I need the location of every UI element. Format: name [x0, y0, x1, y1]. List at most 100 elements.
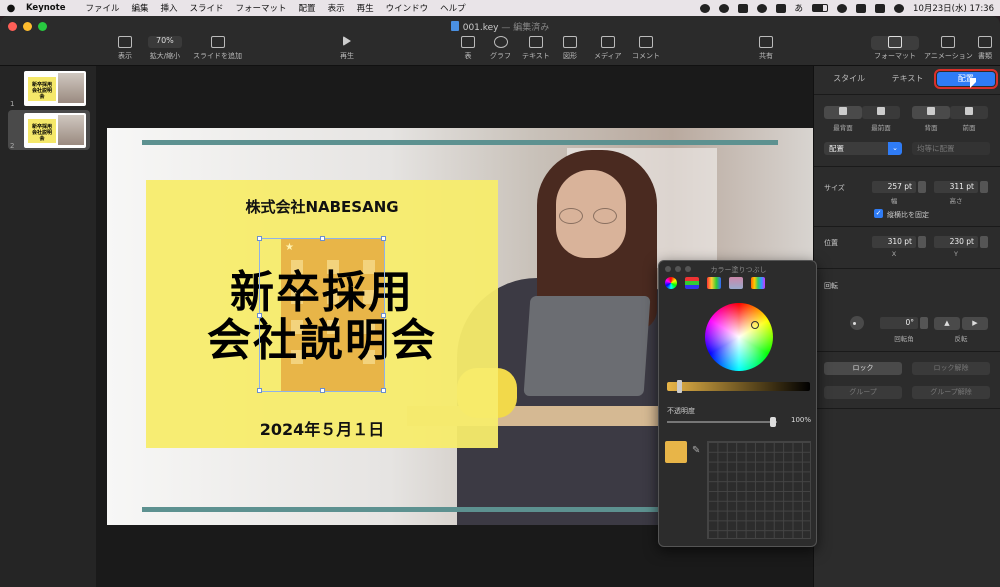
ungroup-button[interactable]: グループ解除: [912, 386, 990, 399]
media-label: メディア: [594, 52, 622, 60]
apple-menu-icon[interactable]: ●: [0, 3, 22, 14]
y-stepper[interactable]: [980, 236, 988, 248]
lock-button[interactable]: ロック: [824, 362, 902, 375]
image-palettes-icon[interactable]: [729, 277, 743, 289]
menu-view[interactable]: 表示: [328, 2, 353, 14]
brightness-slider[interactable]: [667, 380, 810, 393]
chart-button[interactable]: グラフ: [490, 36, 511, 61]
group-button[interactable]: グループ: [824, 386, 902, 399]
width-stepper[interactable]: [918, 181, 926, 193]
company-name[interactable]: 株式会社NABESANG: [146, 196, 498, 217]
color-wheel-icon[interactable]: [665, 277, 677, 289]
tab-arrange[interactable]: 配置: [933, 69, 999, 89]
view-button[interactable]: 表示: [118, 36, 132, 61]
add-slide-button[interactable]: スライドを追加: [193, 36, 242, 61]
top-rule[interactable]: [142, 140, 778, 145]
clock[interactable]: 10月23日(水) 17:36: [913, 2, 994, 14]
menu-file[interactable]: ファイル: [85, 2, 127, 14]
status-area: あ 10月23日(水) 17:36: [699, 0, 994, 16]
resize-handle[interactable]: [257, 313, 262, 318]
opacity-label: 不透明度: [667, 407, 695, 415]
shape-button[interactable]: 図形: [563, 36, 577, 61]
color-sliders-icon[interactable]: [685, 277, 699, 289]
resize-handle[interactable]: [257, 388, 262, 393]
custom-color-swatches[interactable]: [707, 441, 811, 539]
x-field[interactable]: 310 pt: [872, 236, 916, 248]
slide-thumbnail-2[interactable]: 2 新卒採用 会社説明会: [8, 110, 90, 150]
opacity-value[interactable]: 100%: [781, 416, 811, 424]
tab-style[interactable]: スタイル: [820, 72, 878, 86]
text-button[interactable]: テキスト: [522, 36, 550, 61]
document-button[interactable]: 書類: [978, 36, 992, 61]
zoom-control[interactable]: 70% 拡大/縮小: [148, 36, 182, 61]
creative-cloud-icon[interactable]: [718, 3, 729, 13]
align-select[interactable]: 配置 ⌄: [824, 142, 902, 155]
distribute-select[interactable]: 均等に配置: [912, 142, 990, 155]
bring-forward-button[interactable]: [950, 106, 988, 119]
control-center-icon[interactable]: [875, 3, 886, 13]
opacity-slider-knob[interactable]: [770, 417, 776, 427]
bring-to-front-button[interactable]: [862, 106, 900, 119]
battery-icon[interactable]: [812, 4, 829, 12]
opacity-slider[interactable]: [667, 417, 777, 427]
resize-handle[interactable]: [320, 236, 325, 241]
event-date[interactable]: 2024年５月１日: [146, 416, 498, 440]
comment-button[interactable]: コメント: [632, 36, 660, 61]
table-button[interactable]: 表: [461, 36, 475, 61]
x-stepper[interactable]: [918, 236, 926, 248]
grid-icon[interactable]: [775, 3, 786, 13]
tab-text[interactable]: テキスト: [878, 72, 936, 86]
menu-help[interactable]: ヘルプ: [440, 2, 474, 14]
color-palettes-icon[interactable]: [707, 277, 721, 289]
resize-handle[interactable]: [381, 236, 386, 241]
rotate-label: 回転: [824, 282, 838, 290]
pencils-icon[interactable]: [751, 277, 765, 289]
menu-app[interactable]: Keynote: [26, 3, 73, 13]
menu-insert[interactable]: 挿入: [161, 2, 186, 14]
menu-play[interactable]: 再生: [357, 2, 382, 14]
rotate-dial[interactable]: [850, 316, 864, 330]
keynote-window: 001.key — 編集済み 表示 70% 拡大/縮小 スライドを追加 再生 表 …: [0, 16, 1000, 587]
slide-thumbnail-1[interactable]: 1 新卒採用 会社説明会: [8, 68, 90, 108]
menu-edit[interactable]: 編集: [131, 2, 156, 14]
constrain-proportions-checkbox[interactable]: ✓: [874, 209, 883, 218]
height-stepper[interactable]: [980, 181, 988, 193]
time-machine-icon[interactable]: [756, 3, 767, 13]
record-icon[interactable]: [699, 3, 710, 13]
resize-handle[interactable]: [381, 388, 386, 393]
menu-window[interactable]: ウインドウ: [386, 2, 437, 14]
share-button[interactable]: 共有: [759, 36, 773, 61]
angle-stepper[interactable]: [920, 317, 928, 329]
animation-button[interactable]: アニメーション: [924, 36, 973, 61]
color-wheel-crosshair[interactable]: [751, 321, 759, 329]
color-wheel[interactable]: [705, 303, 773, 371]
y-field[interactable]: 230 pt: [934, 236, 978, 248]
width-field[interactable]: 257 pt: [872, 181, 916, 193]
flip-vertical-button[interactable]: ▶: [962, 317, 988, 330]
current-color-swatch[interactable]: [665, 441, 687, 463]
menu-slide[interactable]: スライド: [190, 2, 232, 14]
play-button[interactable]: 再生: [340, 36, 354, 61]
send-backward-button[interactable]: [912, 106, 950, 119]
siri-icon[interactable]: [894, 3, 905, 13]
zoom-select[interactable]: 70%: [148, 36, 182, 48]
eyedropper-icon[interactable]: ✎: [692, 445, 700, 456]
resize-handle[interactable]: [381, 313, 386, 318]
search-icon[interactable]: [856, 3, 867, 13]
brightness-slider-knob[interactable]: [677, 380, 682, 393]
menu-format[interactable]: フォーマット: [236, 2, 295, 14]
input-method[interactable]: あ: [795, 2, 804, 14]
format-button[interactable]: フォーマット: [874, 36, 916, 61]
menu-arrange[interactable]: 配置: [299, 2, 324, 14]
divider: [814, 351, 1000, 352]
angle-field[interactable]: 0°: [880, 317, 918, 329]
media-button[interactable]: メディア: [594, 36, 622, 61]
wifi-icon[interactable]: [837, 3, 848, 13]
unlock-button[interactable]: ロック解除: [912, 362, 990, 375]
resize-handle[interactable]: [257, 236, 262, 241]
send-to-back-button[interactable]: [824, 106, 862, 119]
app-status-icon[interactable]: [737, 3, 748, 13]
resize-handle[interactable]: [320, 388, 325, 393]
height-field[interactable]: 311 pt: [934, 181, 978, 193]
flip-horizontal-button[interactable]: ▲: [934, 317, 960, 330]
